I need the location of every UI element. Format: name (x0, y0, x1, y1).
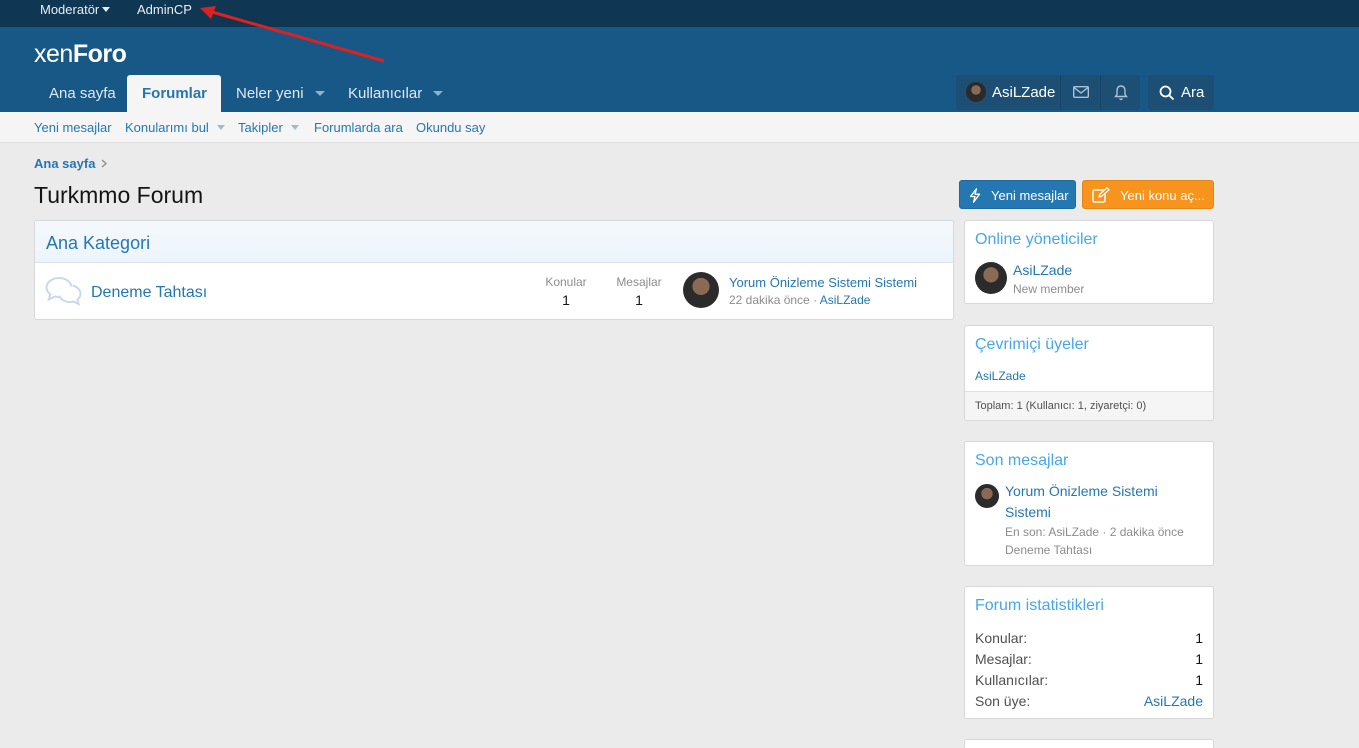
subnav-watched-label: Takipler (238, 120, 283, 135)
subnav-mark-read[interactable]: Okundu say (416, 120, 485, 135)
recent-posts-title[interactable]: Son mesajlar (975, 452, 1068, 470)
subnav-search-forums[interactable]: Forumlarda ara (314, 120, 403, 135)
stat-row-latest-member: Son üye: AsiLZade (975, 693, 1203, 709)
category-title[interactable]: Ana Kategori (46, 233, 150, 254)
online-staff-block: Online yöneticiler AsiLZade New member (964, 220, 1214, 304)
threads-label: Konular (545, 275, 587, 289)
staff-role: New member (1013, 282, 1085, 296)
stat-label: Kullanıcılar: (975, 672, 1049, 688)
search-icon (1159, 85, 1175, 101)
new-posts-label: Yeni mesajlar (991, 188, 1069, 203)
alerts-button[interactable] (1100, 75, 1140, 110)
stat-value: 1 (1195, 651, 1203, 667)
forum-stats-block: Forum istatistikleri Konular: 1 Mesajlar:… (964, 586, 1214, 719)
search-label: Ara (1181, 84, 1205, 101)
forum-title[interactable]: Deneme Tahtası (91, 284, 207, 302)
avatar[interactable] (975, 484, 999, 508)
stat-label: Mesajlar: (975, 651, 1032, 667)
last-post-meta: 22 dakika önce · AsiLZade (729, 293, 870, 307)
category-block: Ana Kategori Deneme Tahtası Konular 1 Me… (34, 220, 954, 320)
admincp-link[interactable]: AdminCP (137, 0, 192, 27)
avatar[interactable] (683, 272, 719, 308)
bell-icon (1114, 85, 1128, 101)
stat-row-members: Kullanıcılar: 1 (975, 672, 1203, 688)
chevron-down-icon[interactable] (433, 90, 444, 96)
stat-label: Konular: (975, 630, 1028, 646)
page-title: Turkmmo Forum (34, 182, 204, 208)
envelope-icon (1073, 86, 1089, 98)
latest-member-link[interactable]: AsiLZade (1144, 693, 1203, 709)
inbox-button[interactable] (1060, 75, 1100, 110)
subnav-watched[interactable]: Takipler (238, 120, 299, 135)
online-member-name[interactable]: AsiLZade (975, 369, 1026, 383)
moderator-label: Moderatör (40, 2, 100, 17)
moderator-menu[interactable]: Moderatör (40, 0, 111, 27)
chevron-down-icon[interactable] (314, 90, 325, 96)
stat-row-messages: Mesajlar: 1 (975, 651, 1203, 667)
tab-members[interactable]: Kullanıcılar (333, 75, 458, 112)
staff-name[interactable]: AsiLZade (1013, 262, 1072, 278)
online-members-title[interactable]: Çevrimiçi üyeler (975, 336, 1089, 354)
logo-text-bold: Foro (72, 40, 127, 68)
caret-down-icon (102, 7, 111, 13)
recent-thread-title-cont[interactable]: Sistemi (1005, 504, 1051, 520)
tab-forums[interactable]: Forumlar (127, 75, 221, 112)
chevron-right-icon (101, 159, 107, 168)
messages-label: Mesajlar (616, 275, 662, 289)
recent-post-meta: En son: AsiLZade · 2 dakika önce (1005, 525, 1184, 539)
header: xenForo Ana sayfa Forumlar Neler yeni Ku… (0, 27, 1359, 112)
chevron-down-icon[interactable] (216, 125, 225, 131)
logo-text-light: xen (34, 40, 73, 68)
avatar[interactable] (975, 262, 1007, 294)
account-menu[interactable]: AsiLZade (956, 75, 1060, 110)
new-thread-button[interactable]: Yeni konu aç... (1082, 180, 1214, 209)
category-header: Ana Kategori (35, 221, 953, 263)
search-button[interactable]: Ara (1148, 75, 1214, 110)
subnav-find-threads-label: Konularımı bul (125, 120, 209, 135)
forum-chat-icon (45, 276, 82, 306)
forum-stats-title: Forum istatistikleri (975, 597, 1104, 614)
last-post-title[interactable]: Yorum Önizleme Sistemi Sistemi (729, 275, 917, 290)
chevron-down-icon[interactable] (290, 125, 299, 131)
subnav-find-threads[interactable]: Konularımı bul (125, 120, 225, 135)
tab-home-label: Ana sayfa (49, 85, 116, 102)
last-post-time[interactable]: 22 dakika önce (729, 293, 810, 307)
tab-whats-new[interactable]: Neler yeni (221, 75, 340, 112)
stat-value: 1 (1195, 672, 1203, 688)
avatar (966, 82, 986, 102)
subnav-new-posts[interactable]: Yeni mesajlar (34, 120, 112, 135)
new-posts-button[interactable]: Yeni mesajlar (959, 180, 1076, 209)
lightning-icon (969, 188, 981, 203)
tab-whats-new-label: Neler yeni (236, 85, 304, 102)
account-block: AsiLZade (956, 75, 1140, 110)
threads-count: 1 (562, 292, 570, 308)
last-post-user[interactable]: AsiLZade (820, 293, 871, 307)
account-name: AsiLZade (992, 84, 1056, 101)
edit-icon (1092, 187, 1110, 203)
sidebar-block-partial (964, 739, 1214, 748)
online-members-block: Çevrimiçi üyeler AsiLZade Toplam: 1 (Kul… (964, 325, 1214, 421)
new-thread-label: Yeni konu aç... (1120, 188, 1205, 203)
tab-forums-label: Forumlar (142, 85, 208, 102)
stat-value: 1 (1195, 630, 1203, 646)
tab-home[interactable]: Ana sayfa (34, 75, 131, 112)
breadcrumb[interactable]: Ana sayfa (34, 156, 95, 171)
recent-posts-block: Son mesajlar Yorum Önizleme Sistemi Sist… (964, 441, 1214, 566)
separator: · (809, 293, 820, 307)
tab-members-label: Kullanıcılar (348, 85, 423, 102)
recent-thread-title[interactable]: Yorum Önizleme Sistemi (1005, 483, 1158, 499)
online-members-footer: Toplam: 1 (Kullanıcı: 1, ziyaretçi: 0) (965, 391, 1213, 420)
messages-count: 1 (635, 292, 643, 308)
stat-row-threads: Konular: 1 (975, 630, 1203, 646)
stat-label: Son üye: (975, 693, 1031, 709)
online-staff-title[interactable]: Online yöneticiler (975, 231, 1098, 249)
staff-bar: Moderatör AdminCP (0, 0, 1359, 27)
online-total: Toplam: 1 (Kullanıcı: 1, ziyaretçi: 0) (975, 400, 1147, 412)
site-logo[interactable]: xenForo (34, 40, 127, 69)
sub-navigation: Yeni mesajlar Konularımı bul Takipler Fo… (0, 112, 1359, 143)
recent-post-forum[interactable]: Deneme Tahtası (1005, 543, 1092, 557)
